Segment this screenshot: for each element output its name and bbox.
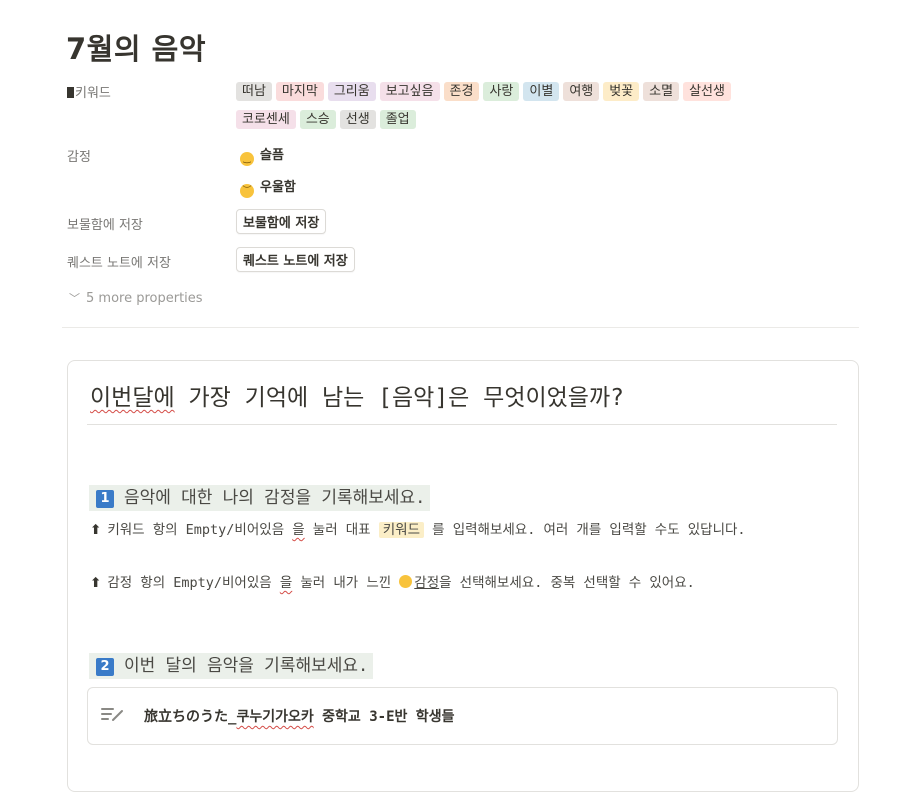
number-2-icon: 2	[96, 658, 114, 676]
treasure-property-label[interactable]: 보물함에 저장	[67, 214, 143, 233]
more-properties-toggle[interactable]: ﹀ 5 more properties	[69, 290, 203, 306]
keyword-tag[interactable]: 존경	[443, 82, 480, 101]
up-arrow-icon: ⬆	[90, 522, 102, 538]
crying-face-icon: ‿	[240, 152, 254, 166]
keyword-tag[interactable]: 마지막	[275, 82, 324, 101]
emotion-property-label[interactable]: 감정	[67, 146, 91, 165]
save-to-quest-button[interactable]: 퀘스트 노트에 저장	[236, 247, 355, 272]
quest-property-label[interactable]: 퀘스트 노트에 저장	[67, 252, 171, 271]
song-entry-box[interactable]: 旅立ちのうた_쿠누기가오카 중학교 3-E반 학생들	[87, 687, 838, 745]
keyword-chip: 키워드	[378, 522, 425, 538]
step-2-heading: 2 이번 달의 음악을 기록해보세요.	[89, 653, 374, 679]
keyword-tag[interactable]: 살선생	[683, 82, 731, 101]
keyword-tag[interactable]: 벚꽃	[603, 82, 640, 101]
keyword-tag[interactable]: 스승	[299, 110, 336, 129]
keyword-tag[interactable]: 보고싶음	[379, 82, 440, 101]
keyword-tag[interactable]: 선생	[339, 110, 376, 129]
keyword-tag[interactable]: 이별	[523, 82, 560, 101]
step-1-heading: 1 음악에 대한 나의 감정을 기록해보세요.	[89, 485, 431, 511]
up-arrow-icon: ⬆	[90, 575, 102, 591]
emotion-item-sad[interactable]: ‿ 슬픔	[240, 144, 284, 166]
edit-note-icon	[101, 708, 123, 721]
page-title: 7월의 음악	[66, 32, 206, 66]
keyword-tag[interactable]: 그리움	[327, 82, 376, 101]
smile-icon	[399, 575, 413, 588]
question-heading[interactable]: 이번달에 가장 기억에 남는 [음악]은 무엇이었을까?	[90, 378, 624, 412]
keyword-tag[interactable]: 사랑	[483, 82, 520, 101]
instruction-emotion: ⬆ 감정 항의 Empty/비어있음 을 눌러 내가 느낀 감정을 선택해보세요.…	[90, 575, 695, 591]
sad-face-icon: ︶	[240, 184, 254, 198]
keyword-tag[interactable]: 떠남	[236, 82, 272, 101]
keyword-tag[interactable]: 코로센세	[236, 110, 296, 129]
save-to-treasure-button[interactable]: 보물함에 저장	[236, 209, 327, 234]
emotion-link[interactable]: 감정	[414, 575, 439, 591]
divider	[62, 327, 859, 328]
emotion-item-gloomy[interactable]: ︶ 우울함	[240, 176, 296, 198]
keywords-tags[interactable]: 떠남 마지막 그리움 보고싶음 존경 사랑 이별 여행 벚꽃 소멸 살선생코로센세 스승 선생 졸업	[236, 80, 836, 136]
heading-rule	[87, 424, 837, 425]
chevron-down-icon: ﹀	[69, 292, 80, 305]
number-1-icon: 1	[96, 490, 114, 508]
keyword-tag[interactable]: 여행	[563, 82, 600, 101]
keyword-tag[interactable]: 소멸	[643, 82, 680, 101]
song-title: 旅立ちのうた_쿠누기가오카 중학교 3-E반 학생들	[144, 709, 455, 725]
keyword-tag[interactable]: 졸업	[379, 110, 416, 129]
list-icon	[67, 87, 74, 98]
keywords-property-label[interactable]: 키워드	[67, 82, 111, 101]
instruction-keywords: ⬆ 키워드 항의 Empty/비어있음 을 눌러 대표 키워드 를 입력해보세요.…	[90, 522, 746, 538]
